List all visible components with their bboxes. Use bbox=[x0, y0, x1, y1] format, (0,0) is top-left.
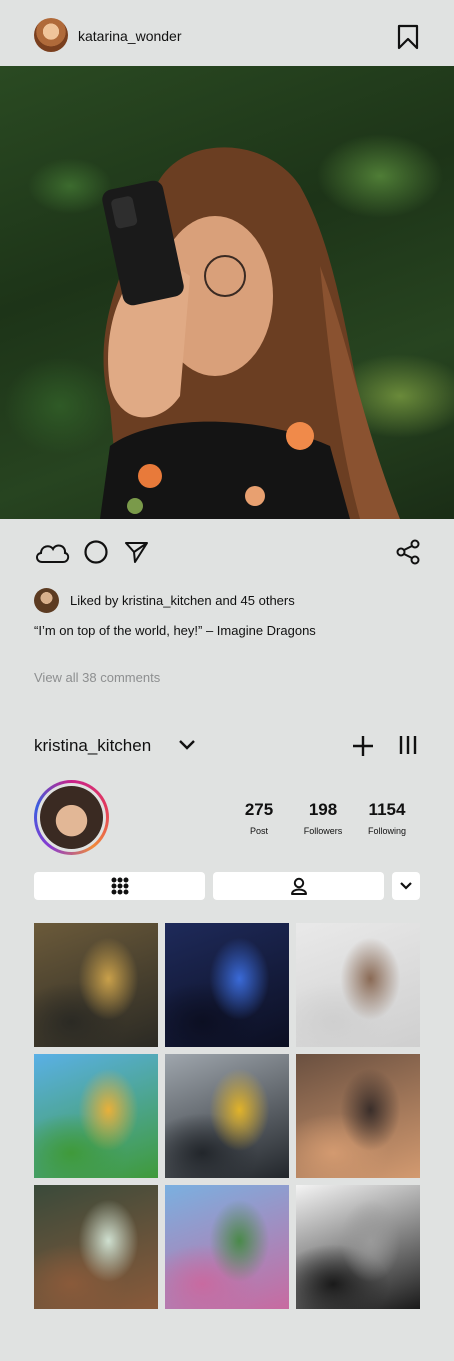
grid-photo-game[interactable] bbox=[34, 1054, 158, 1178]
send-icon[interactable] bbox=[123, 539, 149, 565]
stat-following-label: Following bbox=[367, 826, 407, 836]
stat-followers-label: Followers bbox=[303, 826, 343, 836]
grid-photo-manga[interactable] bbox=[296, 1185, 420, 1309]
tab-tagged[interactable] bbox=[213, 872, 384, 900]
grid-photo-dancers[interactable] bbox=[296, 923, 420, 1047]
share-icon[interactable] bbox=[396, 539, 420, 565]
stat-followers[interactable]: 198 Followers bbox=[293, 800, 353, 836]
grid-photo-selfie[interactable] bbox=[296, 1054, 420, 1178]
liker-avatar[interactable] bbox=[34, 588, 59, 613]
chevron-down-icon bbox=[400, 882, 412, 890]
likes-summary[interactable]: Liked by kristina_kitchen and 45 others bbox=[70, 593, 295, 608]
profile-avatar[interactable] bbox=[34, 780, 109, 855]
stat-posts[interactable]: 275 Post bbox=[229, 800, 289, 836]
tab-more-dropdown[interactable] bbox=[392, 872, 420, 900]
stat-posts-value: 275 bbox=[244, 800, 274, 819]
grid-icon bbox=[111, 877, 128, 895]
post-author-username[interactable]: katarina_wonder bbox=[78, 28, 182, 44]
grid-photo-smiling-woman[interactable] bbox=[34, 1185, 158, 1309]
stat-posts-label: Post bbox=[249, 826, 268, 836]
like-cloud-icon[interactable] bbox=[34, 539, 70, 565]
tab-grid[interactable] bbox=[34, 872, 205, 900]
profile-username[interactable]: kristina_kitchen bbox=[34, 736, 151, 756]
grid-photo-party[interactable] bbox=[165, 923, 289, 1047]
stat-following-value: 1154 bbox=[368, 800, 406, 819]
stat-followers-value: 198 bbox=[308, 800, 338, 819]
post-image[interactable] bbox=[0, 66, 454, 519]
menu-bars-icon[interactable] bbox=[399, 735, 417, 755]
post-caption: “I’m on top of the world, hey!” – Imagin… bbox=[34, 623, 316, 638]
bookmark-icon[interactable] bbox=[397, 24, 419, 50]
comment-icon[interactable] bbox=[83, 539, 109, 565]
view-comments-link[interactable]: View all 38 comments bbox=[34, 670, 160, 685]
grid-photo-sims[interactable] bbox=[165, 1185, 289, 1309]
grid-photo-soldier[interactable] bbox=[34, 923, 158, 1047]
chevron-down-icon[interactable] bbox=[178, 738, 196, 752]
add-post-icon[interactable] bbox=[352, 735, 374, 757]
grid-photo-hockey[interactable] bbox=[165, 1054, 289, 1178]
stat-following[interactable]: 1154 Following bbox=[357, 800, 417, 836]
post-author-avatar[interactable] bbox=[34, 18, 68, 52]
person-icon bbox=[290, 877, 307, 895]
post-header: katarina_wonder bbox=[0, 0, 454, 66]
